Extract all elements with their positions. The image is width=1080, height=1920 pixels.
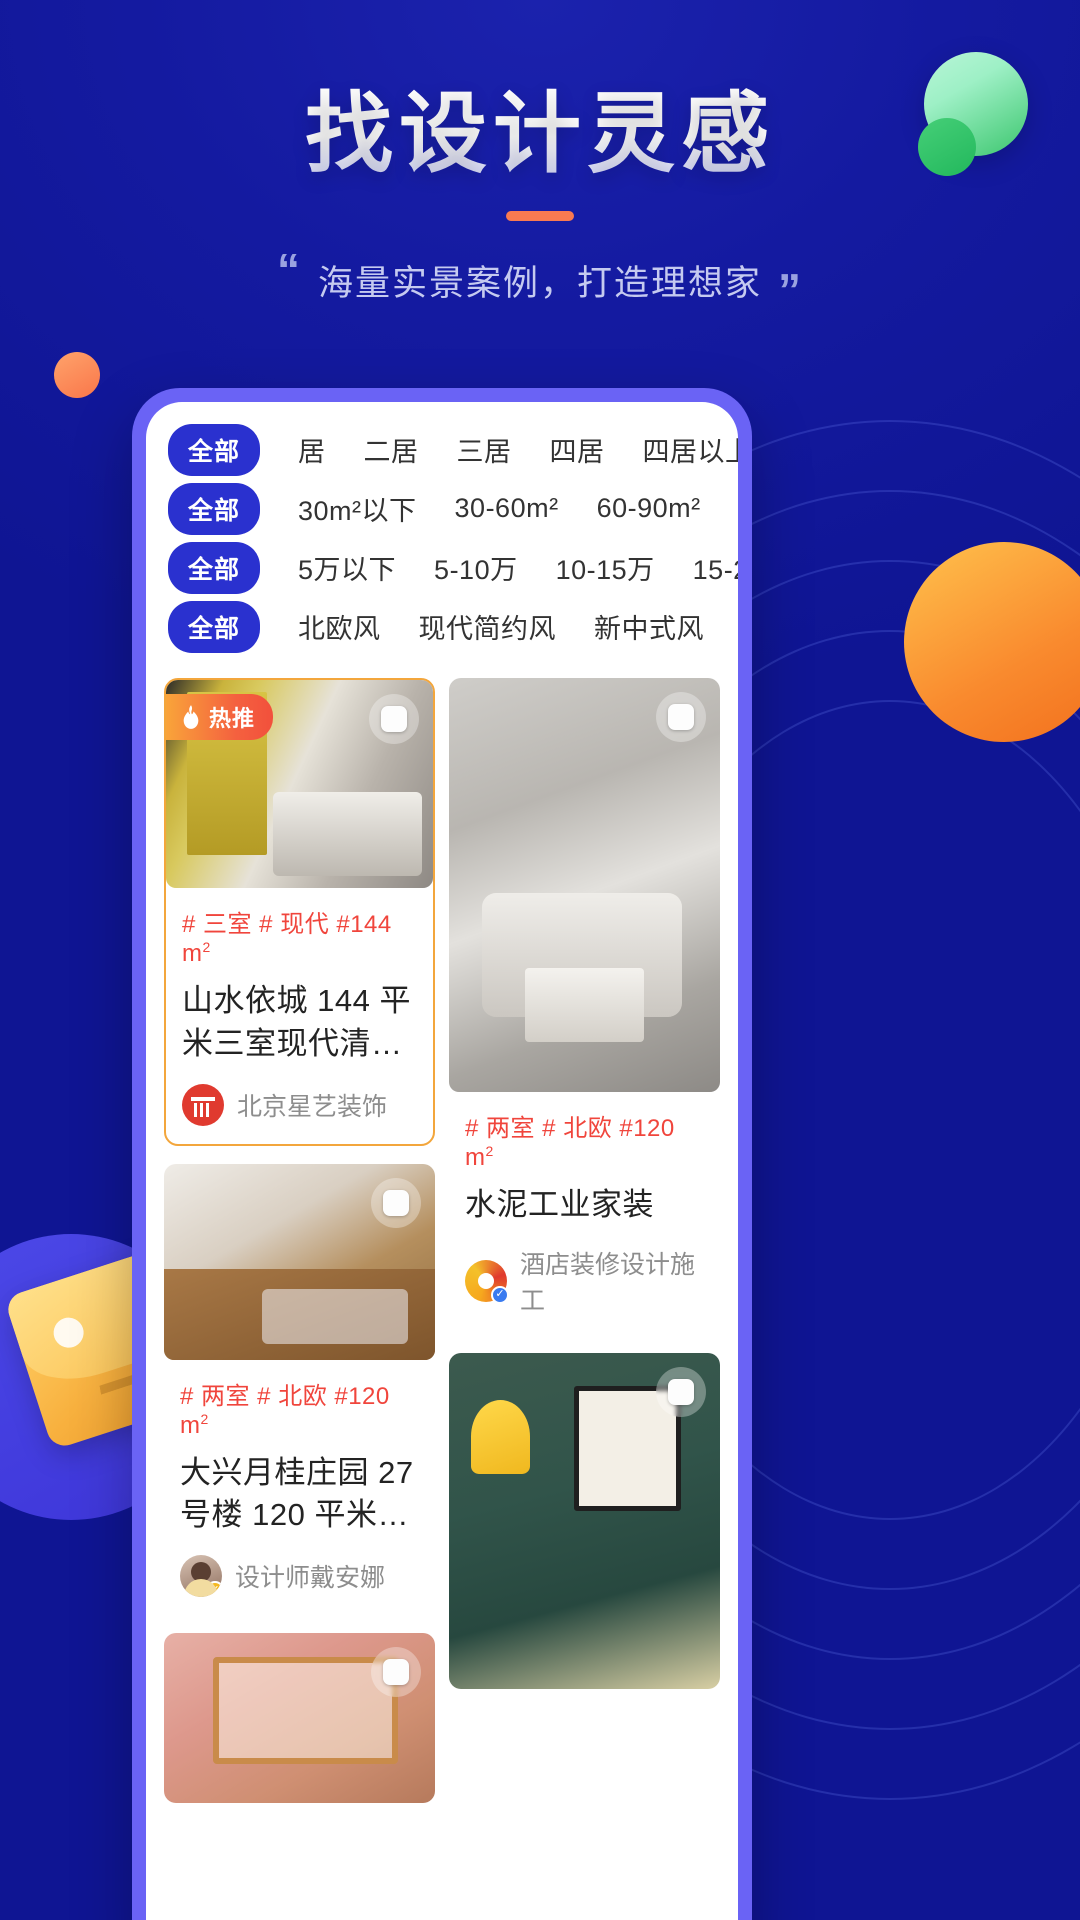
filter-option-area-2[interactable]: 60-90m² [597, 493, 701, 524]
favorite-button-4[interactable] [656, 1366, 706, 1417]
quote-open-icon: “ [276, 244, 302, 297]
filter-option-room-count-4[interactable]: 四居以上 [643, 430, 738, 469]
filter-option-style-1[interactable]: 现代简约风 [419, 607, 557, 646]
filter-panel: 全部 居 二居 三居 四居 四居以上 别 全部 30m²以下 30-60m² 6… [146, 402, 738, 664]
case-brand-3[interactable]: 设计师戴安娜 [180, 1555, 419, 1598]
case-title-3[interactable]: 大兴月桂庄园 27 号楼 120 平米现代风格 ... [180, 1452, 419, 1538]
flame-icon [180, 705, 202, 729]
case-tags-1: # 三室 # 现代 #144 m2 [182, 904, 417, 968]
filter-option-budget-3[interactable]: 15-20万 [693, 548, 738, 587]
filter-option-room-count-2[interactable]: 三居 [457, 430, 512, 469]
quote-close-icon: ” [778, 264, 803, 317]
filter-option-style-0[interactable]: 北欧风 [298, 607, 381, 646]
favorite-button-2[interactable] [656, 692, 706, 742]
filter-option-budget-1[interactable]: 5-10万 [434, 548, 518, 587]
brand-avatar-icon-1 [182, 1083, 224, 1126]
case-tags-2: # 两室 # 北欧 #120 m2 [465, 1108, 704, 1172]
brand-avatar-icon-3 [180, 1555, 222, 1598]
case-column-right: # 两室 # 北欧 #120 m2 水泥工业家装 酒店装修设计施工 [449, 678, 720, 1803]
filter-all-budget[interactable]: 全部 [168, 541, 261, 594]
case-thumbnail-5[interactable] [164, 1633, 435, 1804]
case-body-1: # 三室 # 现代 #144 m2 山水依城 144 平米三室现代清新风格装 .… [166, 888, 433, 1144]
case-title-1[interactable]: 山水依城 144 平米三室现代清新风格装 ... [182, 980, 417, 1066]
case-body-2: # 两室 # 北欧 #120 m2 水泥工业家装 酒店装修设计施工 [449, 1092, 720, 1335]
case-tags-3: # 两室 # 北欧 #120 m2 [180, 1376, 419, 1440]
hero-section: 找设计灵感 “ 海量实景案例，打造理想家 ” [0, 85, 1080, 313]
case-column-left: 热推 # 三室 # 现代 #144 m2 山水依城 144 平米三室现代清新风格… [164, 678, 435, 1804]
filter-option-room-count-3[interactable]: 四居 [550, 430, 605, 469]
filter-all-area[interactable]: 全部 [168, 482, 261, 535]
title-underline [506, 210, 574, 221]
filter-all-room-count[interactable]: 全部 [168, 423, 261, 476]
filter-all-style[interactable]: 全部 [168, 600, 261, 653]
filter-row-area: 全部 30m²以下 30-60m² 60-90m² 90-12 [146, 479, 738, 538]
case-list: 热推 # 三室 # 现代 #144 m2 山水依城 144 平米三室现代清新风格… [146, 664, 738, 1804]
favorite-icon [381, 706, 407, 732]
case-card-5[interactable] [164, 1633, 435, 1804]
favorite-icon [668, 704, 694, 730]
case-body-3: # 两室 # 北欧 #120 m2 大兴月桂庄园 27 号楼 120 平米现代风… [164, 1360, 435, 1616]
case-tags-sup-3: 2 [200, 1410, 209, 1427]
filter-option-style-2[interactable]: 新中式风 [594, 607, 704, 646]
case-tags-text-1: # 三室 # 现代 #144 m [182, 911, 392, 967]
filter-option-budget-0[interactable]: 5万以下 [298, 548, 396, 587]
favorite-icon [383, 1659, 409, 1686]
phone-mockup: 全部 居 二居 三居 四居 四居以上 别 全部 30m²以下 30-60m² 6… [132, 388, 752, 1920]
case-tags-text-2: # 两室 # 北欧 #120 m [465, 1115, 675, 1171]
filter-option-room-count-0[interactable]: 居 [298, 430, 326, 469]
case-tags-sup-1: 2 [202, 939, 211, 955]
hero-subtitle: 海量实景案例，打造理想家 [317, 263, 762, 303]
favorite-button-5[interactable] [371, 1647, 421, 1698]
case-card-3[interactable]: # 两室 # 北欧 #120 m2 大兴月桂庄园 27 号楼 120 平米现代风… [164, 1163, 435, 1616]
filter-option-budget-2[interactable]: 10-15万 [556, 548, 655, 587]
case-tags-sup-2: 2 [485, 1143, 494, 1159]
favorite-icon [668, 1378, 694, 1405]
hero-subtitle-row: “ 海量实景案例，打造理想家 ” [0, 247, 1080, 313]
page-title: 找设计灵感 [0, 85, 1080, 183]
hot-badge-1: 热推 [166, 694, 274, 740]
case-thumbnail-1[interactable]: 热推 [166, 680, 433, 888]
verified-badge-icon [491, 1285, 509, 1304]
case-brand-name-3: 设计师戴安娜 [235, 1564, 386, 1593]
hot-badge-label-1: 热推 [209, 706, 256, 731]
case-card-2[interactable]: # 两室 # 北欧 #120 m2 水泥工业家装 酒店装修设计施工 [449, 678, 720, 1335]
filter-row-room-count: 全部 居 二居 三居 四居 四居以上 别 [146, 420, 738, 479]
filter-option-room-count-1[interactable]: 二居 [364, 430, 419, 469]
case-brand-name-2: 酒店装修设计施工 [520, 1250, 696, 1315]
case-card-4[interactable] [449, 1352, 720, 1689]
case-tags-text-3: # 两室 # 北欧 #120 m [180, 1382, 390, 1439]
verified-badge-icon [206, 1581, 222, 1598]
favorite-icon [383, 1189, 409, 1216]
case-card-1[interactable]: 热推 # 三室 # 现代 #144 m2 山水依城 144 平米三室现代清新风格… [164, 678, 435, 1146]
case-thumbnail-2[interactable] [449, 678, 720, 1092]
case-brand-name-1: 北京星艺装饰 [237, 1092, 388, 1121]
favorite-button-1[interactable] [369, 694, 419, 744]
phone-screen: 全部 居 二居 三居 四居 四居以上 别 全部 30m²以下 30-60m² 6… [146, 402, 738, 1920]
case-thumbnail-3[interactable] [164, 1163, 435, 1360]
case-brand-2[interactable]: 酒店装修设计施工 [465, 1245, 704, 1317]
case-title-2[interactable]: 水泥工业家装 [465, 1184, 704, 1227]
filter-option-area-1[interactable]: 30-60m² [455, 493, 559, 524]
brand-avatar-icon-2 [465, 1259, 509, 1304]
filter-row-budget: 全部 5万以下 5-10万 10-15万 15-20万 [146, 538, 738, 597]
favorite-button-3[interactable] [371, 1177, 421, 1228]
case-thumbnail-4[interactable] [449, 1352, 720, 1689]
case-brand-1[interactable]: 北京星艺装饰 [182, 1083, 417, 1126]
orange-dot [54, 352, 100, 398]
filter-option-area-0[interactable]: 30m²以下 [298, 489, 417, 528]
filter-row-style: 全部 北欧风 现代简约风 新中式风 混搭风 [146, 597, 738, 656]
